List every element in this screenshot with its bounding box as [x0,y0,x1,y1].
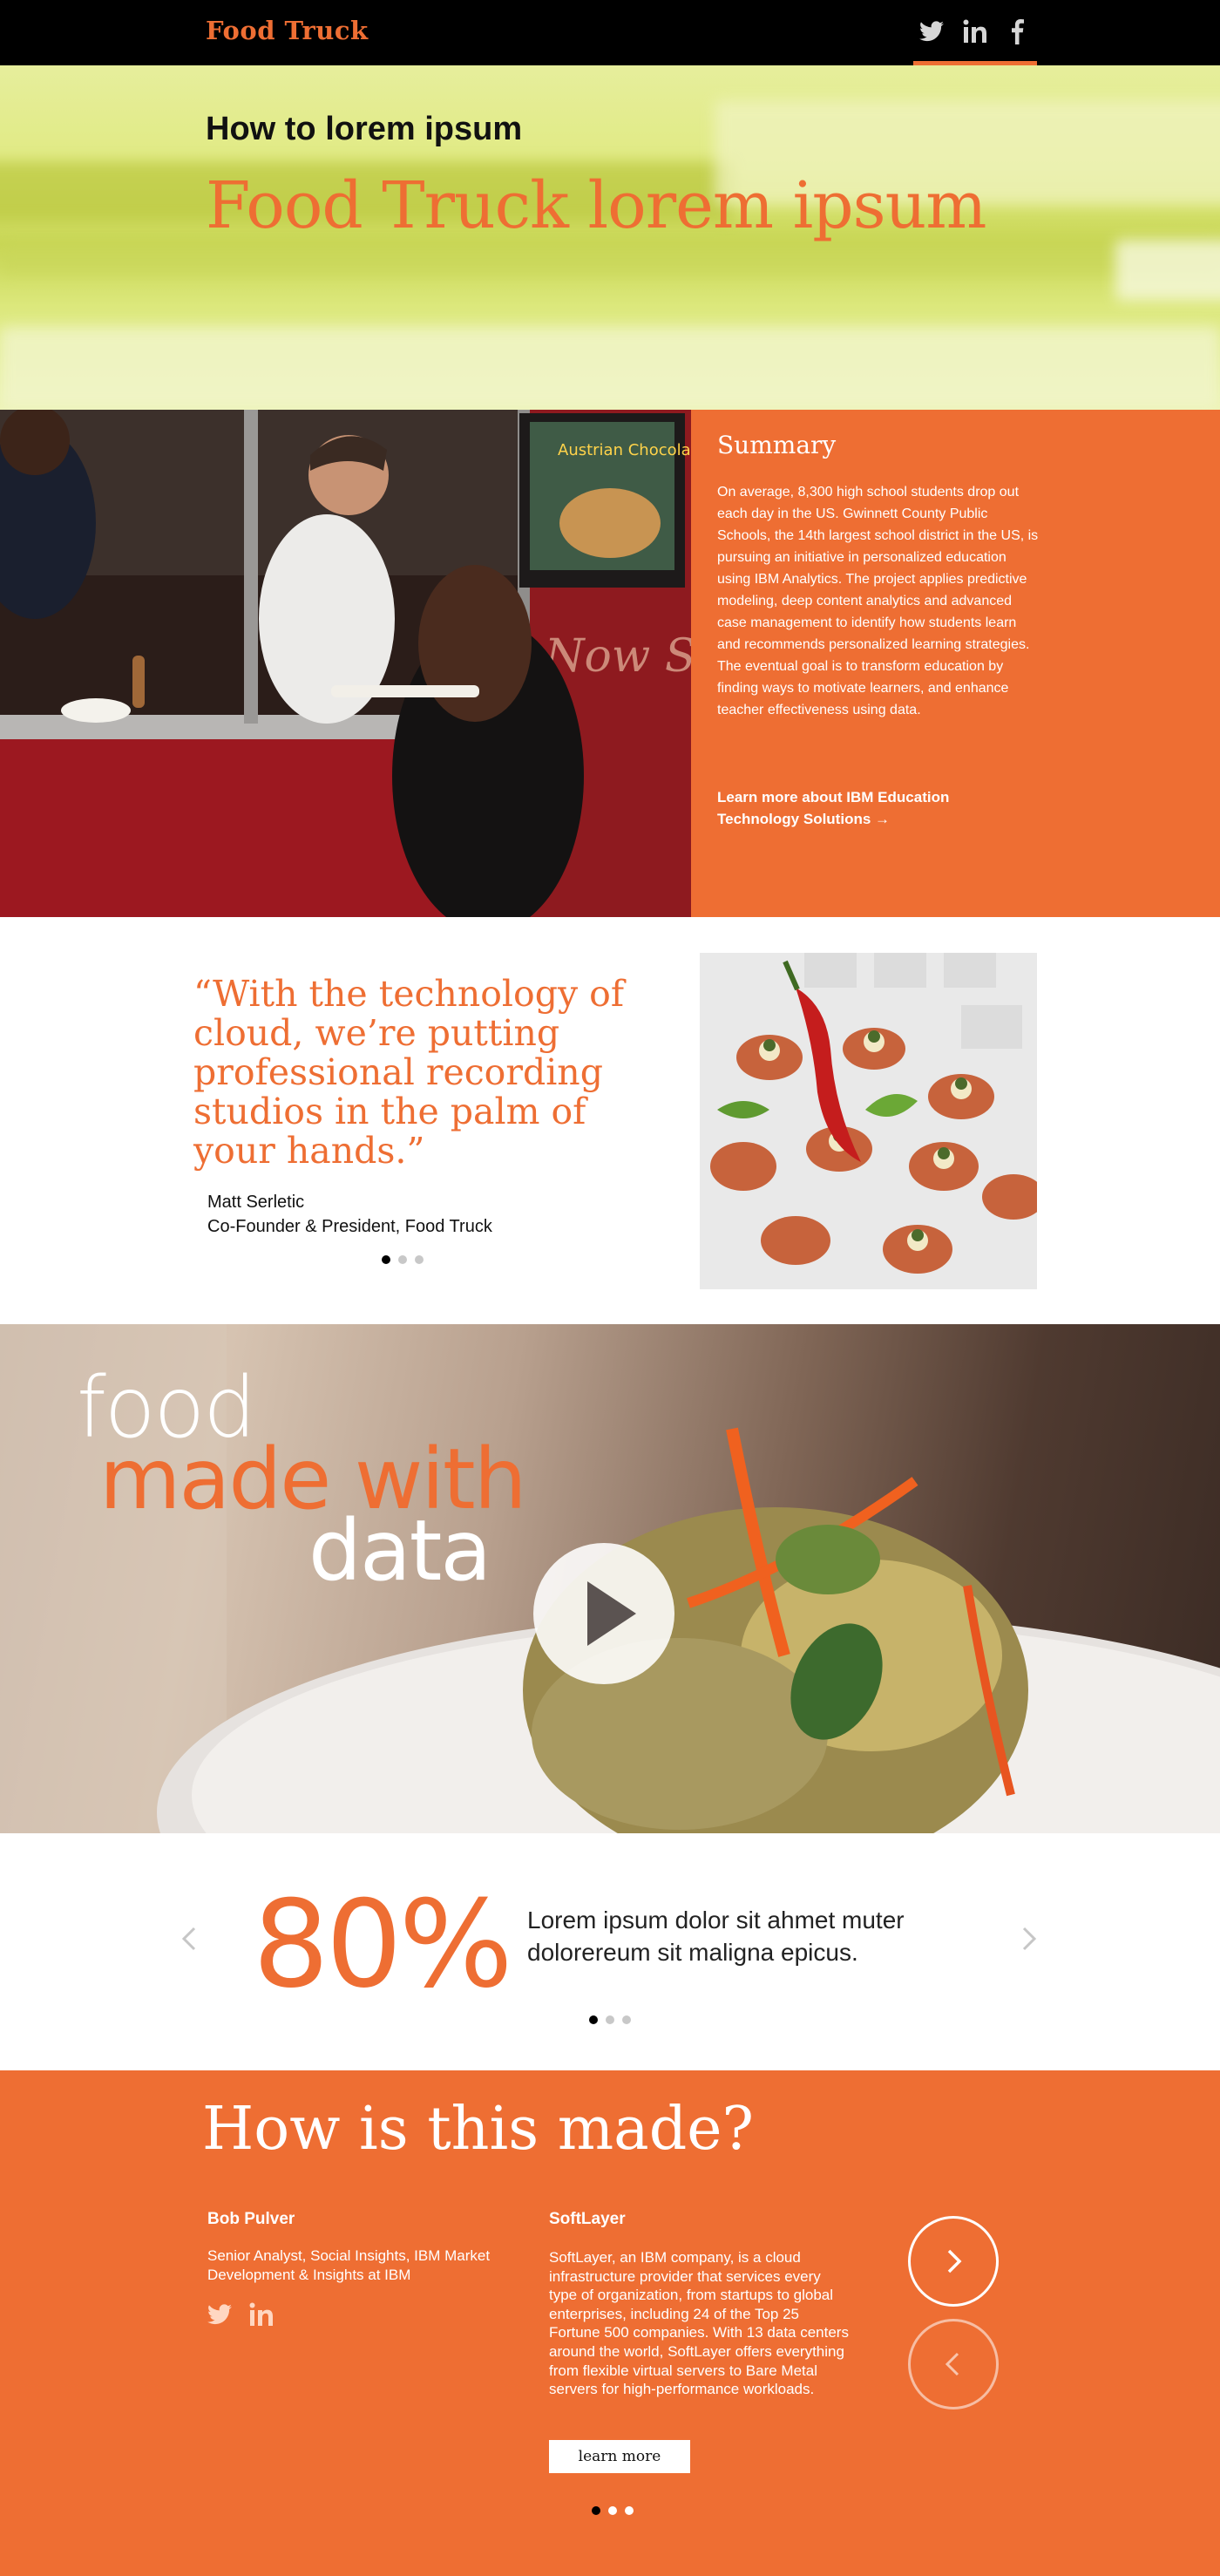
footer-next-button[interactable] [908,2216,999,2307]
footer-heading: How is this made? [202,2095,754,2164]
photo-sign-text: Austrian Chocolate Burrito [558,441,691,459]
testimonial-quote: “With the technology of cloud, we’re put… [193,973,625,1172]
footer-prev-button[interactable] [908,2319,999,2409]
top-nav: Food Truck [0,0,1220,65]
pagination-dot[interactable] [608,2506,617,2515]
learn-more-link[interactable]: Learn more about IBM Education Technolog… [717,786,996,830]
author-role: Senior Analyst, Social Insights, IBM Mar… [207,2247,491,2283]
play-button[interactable] [533,1543,674,1684]
footer-pagination [592,2506,634,2515]
chevron-left-icon [181,1927,196,1951]
video-section: food made with data [0,1324,1220,1833]
hero-subtitle: How to lorem ipsum [206,111,523,147]
author-name: Bob Pulver [207,2210,295,2228]
stat-value: 80% [253,1874,513,2015]
twitter-icon[interactable] [917,16,946,47]
company-description: SoftLayer, an IBM company, is a cloud in… [549,2249,849,2398]
twitter-icon[interactable] [207,2304,232,2325]
play-icon [587,1581,636,1646]
testimonial-name: Matt Serletic [207,1193,305,1212]
pagination-dot[interactable] [592,2506,600,2515]
testimonial-role: Co-Founder & President, Food Truck [207,1217,492,1236]
summary-heading: Summary [717,431,837,459]
brand-logo[interactable]: Food Truck [206,16,369,45]
stat-next-arrow[interactable] [1015,1921,1041,1956]
pagination-dot[interactable] [606,2015,614,2024]
summary-panel: Summary On average, 8,300 high school st… [691,410,1220,917]
stat-description: Lorem ipsum dolor sit ahmet muter dolore… [527,1907,905,1966]
linkedin-icon[interactable] [249,2302,275,2327]
pagination-dot[interactable] [398,1255,407,1264]
summary-body: On average, 8,300 high school students d… [717,485,1039,717]
pagination-dot[interactable] [415,1255,424,1264]
stat-pagination [589,2015,631,2024]
footer-section: How is this made? Bob Pulver Senior Anal… [0,2070,1220,2576]
video-headline-data: data [308,1502,491,1600]
chevron-right-icon [947,2249,962,2274]
testimonial-pagination [382,1255,424,1264]
pagination-dot[interactable] [625,2506,634,2515]
facebook-icon[interactable] [1002,16,1032,47]
company-name: SoftLayer [549,2210,626,2228]
stat-prev-arrow[interactable] [177,1921,203,1956]
pagination-dot[interactable] [589,2015,598,2024]
pagination-dot[interactable] [622,2015,631,2024]
chevron-right-icon [1022,1927,1037,1951]
hero-banner: How to lorem ipsum Food Truck lorem ipsu… [0,65,1220,410]
food-truck-photo: Austrian Chocolate Burrito Now Serving [0,410,691,917]
appetizer-photo [700,953,1037,1289]
learn-more-button[interactable]: learn more [549,2440,690,2473]
pagination-dot[interactable] [382,1255,390,1264]
chevron-left-icon [945,2352,959,2376]
photo-script-text: Now Serving [543,630,691,683]
linkedin-icon[interactable] [961,16,991,47]
hero-title: Food Truck lorem ipsum [206,168,986,243]
